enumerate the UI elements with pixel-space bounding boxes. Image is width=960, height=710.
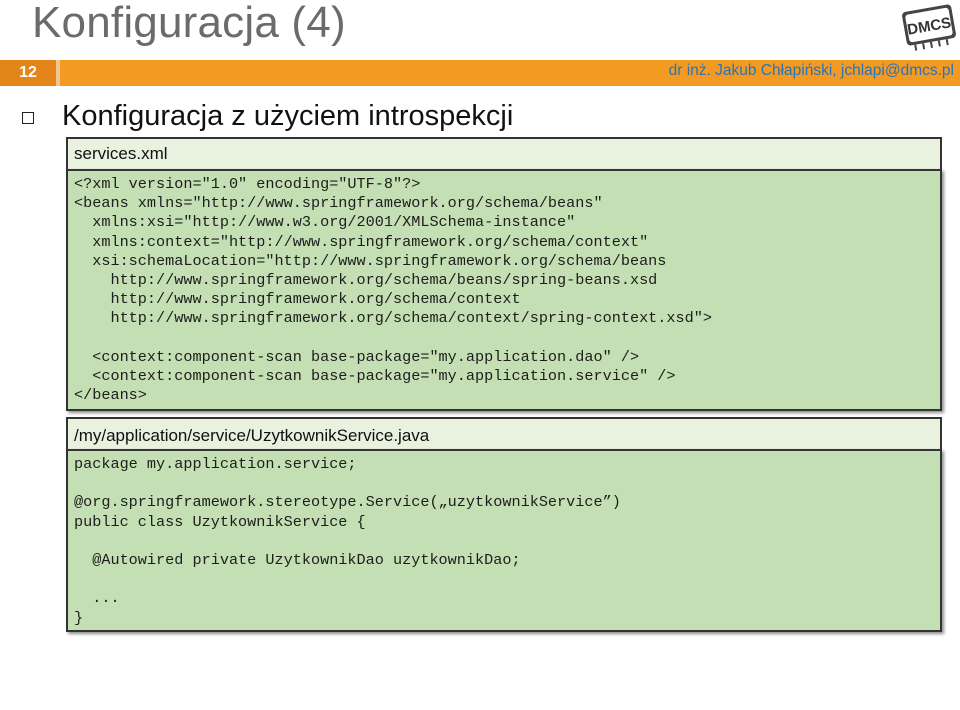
dmcs-logo: DMCS bbox=[902, 4, 956, 51]
xml-panel-header: services.xml bbox=[66, 137, 942, 171]
bullet-square-icon bbox=[22, 112, 34, 124]
bullet-heading: Konfiguracja z użyciem introspekcji bbox=[62, 100, 514, 132]
java-code: package my.application.service; @org.spr… bbox=[74, 455, 621, 627]
slide-title: Konfiguracja (4) bbox=[32, 0, 346, 47]
author-line: dr inż. Jakub Chłapiński, jchlapi@dmcs.p… bbox=[668, 62, 954, 79]
slide-number: 12 bbox=[19, 64, 37, 81]
xml-code: <?xml version="1.0" encoding="UTF-8"?> <… bbox=[74, 175, 712, 405]
java-panel-header: /my/application/service/UzytkownikServic… bbox=[66, 417, 942, 451]
